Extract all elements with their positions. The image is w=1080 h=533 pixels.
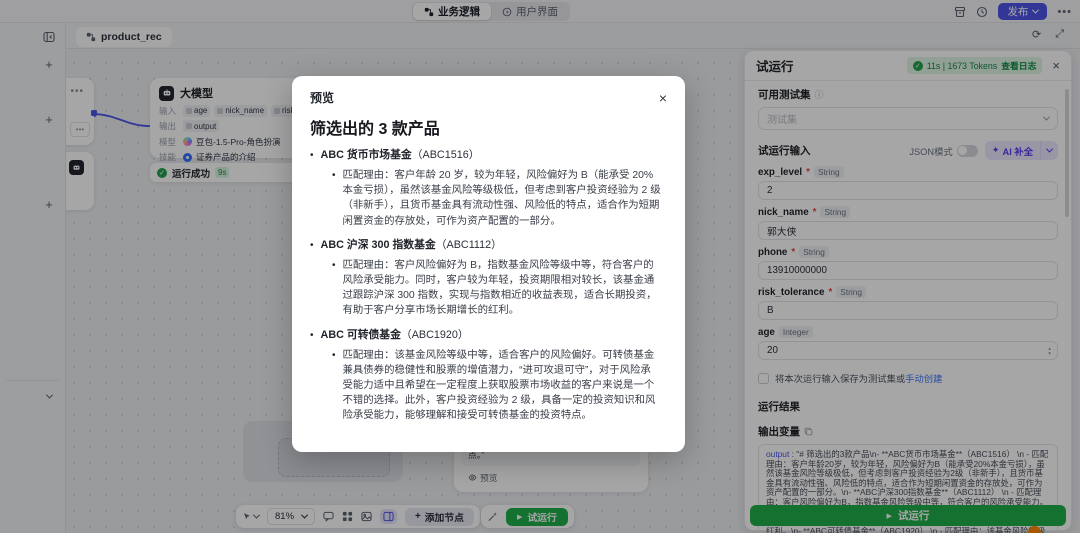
product-item: • ABC 货币市场基金（ABC1516）: [310, 148, 667, 163]
preview-modal: 预览 × 筛选出的 3 款产品 • ABC 货币市场基金（ABC1516） • …: [292, 76, 685, 452]
product-item: • ABC 沪深 300 指数基金（ABC1112）: [310, 238, 667, 253]
bullet-icon: •: [332, 348, 336, 424]
modal-header-title: 预览: [310, 89, 334, 106]
modal-header: 预览 ×: [310, 89, 667, 106]
bullet-icon: •: [310, 148, 314, 163]
close-modal-icon[interactable]: ×: [659, 91, 667, 105]
bullet-icon: •: [332, 168, 336, 229]
product-reason: • 匹配理由：客户年龄 20 岁，较为年轻，风险偏好为 B（能承受 20% 本金…: [332, 168, 667, 229]
product-reason: • 匹配理由：客户风险偏好为 B，指数基金风险等级中等，符合客户的风险承受能力。…: [332, 258, 667, 319]
bullet-icon: •: [310, 238, 314, 253]
modal-title: 筛选出的 3 款产品: [310, 115, 667, 139]
bullet-icon: •: [332, 258, 336, 319]
bullet-icon: •: [310, 328, 314, 343]
product-item: • ABC 可转债基金（ABC1920）: [310, 328, 667, 343]
product-reason: • 匹配理由：该基金风险等级中等，适合客户的风险偏好。可转债基金兼具债券的稳健性…: [332, 348, 667, 424]
app-screen: 业务逻辑 用户界面 发布 ••• + + +: [0, 0, 1080, 533]
